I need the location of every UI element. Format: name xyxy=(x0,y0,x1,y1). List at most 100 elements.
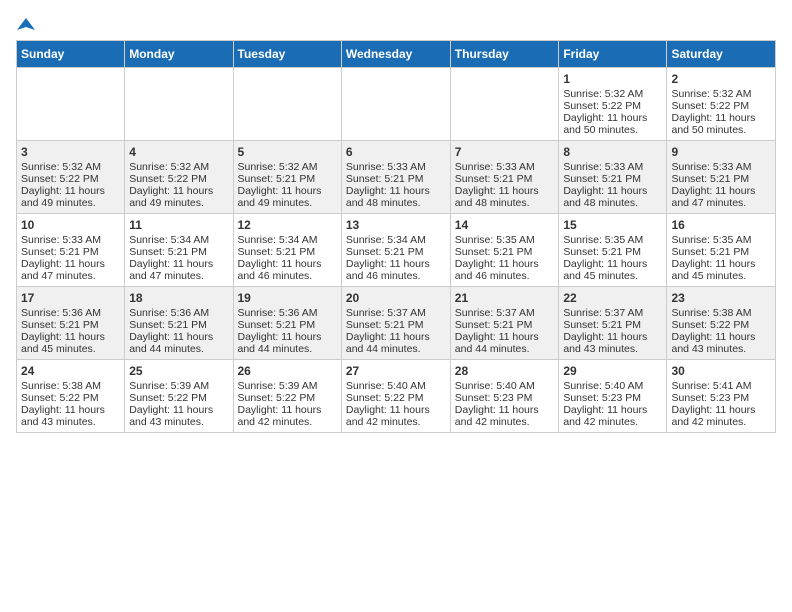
sunrise-text: Sunrise: 5:33 AM xyxy=(21,234,101,246)
sunrise-text: Sunrise: 5:37 AM xyxy=(346,307,426,319)
daylight-text: Daylight: 11 hours and 49 minutes. xyxy=(238,185,322,209)
day-number: 6 xyxy=(346,145,446,159)
daylight-text: Daylight: 11 hours and 47 minutes. xyxy=(129,258,213,282)
sunrise-text: Sunrise: 5:37 AM xyxy=(455,307,535,319)
day-number: 28 xyxy=(455,364,555,378)
sunrise-text: Sunrise: 5:38 AM xyxy=(21,380,101,392)
sunset-text: Sunset: 5:22 PM xyxy=(671,319,749,331)
sunset-text: Sunset: 5:22 PM xyxy=(129,173,207,185)
daylight-text: Daylight: 11 hours and 46 minutes. xyxy=(238,258,322,282)
sunset-text: Sunset: 5:23 PM xyxy=(671,392,749,404)
sunrise-text: Sunrise: 5:32 AM xyxy=(563,88,643,100)
daylight-text: Daylight: 11 hours and 44 minutes. xyxy=(455,331,539,355)
sunset-text: Sunset: 5:22 PM xyxy=(21,392,99,404)
weekday-header: Monday xyxy=(125,41,233,68)
daylight-text: Daylight: 11 hours and 49 minutes. xyxy=(21,185,105,209)
day-number: 4 xyxy=(129,145,228,159)
sunrise-text: Sunrise: 5:38 AM xyxy=(671,307,751,319)
daylight-text: Daylight: 11 hours and 48 minutes. xyxy=(455,185,539,209)
page-header xyxy=(16,16,776,32)
logo-bird-icon xyxy=(17,16,35,34)
calendar-cell: 9 Sunrise: 5:33 AM Sunset: 5:21 PM Dayli… xyxy=(667,141,776,214)
daylight-text: Daylight: 11 hours and 42 minutes. xyxy=(563,404,647,428)
sunset-text: Sunset: 5:22 PM xyxy=(671,100,749,112)
day-number: 12 xyxy=(238,218,337,232)
sunrise-text: Sunrise: 5:33 AM xyxy=(455,161,535,173)
calendar-cell: 17 Sunrise: 5:36 AM Sunset: 5:21 PM Dayl… xyxy=(17,287,125,360)
weekday-header: Tuesday xyxy=(233,41,341,68)
day-number: 25 xyxy=(129,364,228,378)
day-number: 9 xyxy=(671,145,771,159)
calendar-cell xyxy=(450,68,559,141)
calendar-cell: 23 Sunrise: 5:38 AM Sunset: 5:22 PM Dayl… xyxy=(667,287,776,360)
daylight-text: Daylight: 11 hours and 43 minutes. xyxy=(671,331,755,355)
sunset-text: Sunset: 5:22 PM xyxy=(346,392,424,404)
logo xyxy=(16,16,35,32)
day-number: 5 xyxy=(238,145,337,159)
calendar-week-row: 10 Sunrise: 5:33 AM Sunset: 5:21 PM Dayl… xyxy=(17,214,776,287)
sunrise-text: Sunrise: 5:33 AM xyxy=(671,161,751,173)
sunrise-text: Sunrise: 5:39 AM xyxy=(238,380,318,392)
sunset-text: Sunset: 5:21 PM xyxy=(671,173,749,185)
calendar-cell: 22 Sunrise: 5:37 AM Sunset: 5:21 PM Dayl… xyxy=(559,287,667,360)
day-number: 22 xyxy=(563,291,662,305)
calendar-cell xyxy=(125,68,233,141)
sunset-text: Sunset: 5:21 PM xyxy=(238,173,316,185)
calendar-cell: 15 Sunrise: 5:35 AM Sunset: 5:21 PM Dayl… xyxy=(559,214,667,287)
day-number: 17 xyxy=(21,291,120,305)
sunrise-text: Sunrise: 5:32 AM xyxy=(238,161,318,173)
daylight-text: Daylight: 11 hours and 50 minutes. xyxy=(563,112,647,136)
daylight-text: Daylight: 11 hours and 47 minutes. xyxy=(21,258,105,282)
day-number: 30 xyxy=(671,364,771,378)
day-number: 7 xyxy=(455,145,555,159)
sunset-text: Sunset: 5:21 PM xyxy=(346,246,424,258)
day-number: 10 xyxy=(21,218,120,232)
sunset-text: Sunset: 5:22 PM xyxy=(21,173,99,185)
calendar-cell xyxy=(17,68,125,141)
sunrise-text: Sunrise: 5:39 AM xyxy=(129,380,209,392)
calendar-cell: 16 Sunrise: 5:35 AM Sunset: 5:21 PM Dayl… xyxy=(667,214,776,287)
sunrise-text: Sunrise: 5:34 AM xyxy=(238,234,318,246)
calendar-cell: 24 Sunrise: 5:38 AM Sunset: 5:22 PM Dayl… xyxy=(17,360,125,433)
daylight-text: Daylight: 11 hours and 45 minutes. xyxy=(563,258,647,282)
calendar-week-row: 3 Sunrise: 5:32 AM Sunset: 5:22 PM Dayli… xyxy=(17,141,776,214)
calendar-cell: 26 Sunrise: 5:39 AM Sunset: 5:22 PM Dayl… xyxy=(233,360,341,433)
day-number: 16 xyxy=(671,218,771,232)
sunset-text: Sunset: 5:22 PM xyxy=(238,392,316,404)
sunrise-text: Sunrise: 5:36 AM xyxy=(238,307,318,319)
weekday-header: Wednesday xyxy=(341,41,450,68)
weekday-header: Thursday xyxy=(450,41,559,68)
sunset-text: Sunset: 5:21 PM xyxy=(21,246,99,258)
day-number: 21 xyxy=(455,291,555,305)
sunrise-text: Sunrise: 5:37 AM xyxy=(563,307,643,319)
daylight-text: Daylight: 11 hours and 45 minutes. xyxy=(21,331,105,355)
daylight-text: Daylight: 11 hours and 50 minutes. xyxy=(671,112,755,136)
day-number: 11 xyxy=(129,218,228,232)
day-number: 27 xyxy=(346,364,446,378)
sunrise-text: Sunrise: 5:40 AM xyxy=(346,380,426,392)
calendar-cell: 13 Sunrise: 5:34 AM Sunset: 5:21 PM Dayl… xyxy=(341,214,450,287)
sunrise-text: Sunrise: 5:41 AM xyxy=(671,380,751,392)
calendar-cell: 19 Sunrise: 5:36 AM Sunset: 5:21 PM Dayl… xyxy=(233,287,341,360)
calendar-cell: 12 Sunrise: 5:34 AM Sunset: 5:21 PM Dayl… xyxy=(233,214,341,287)
calendar-cell xyxy=(341,68,450,141)
calendar-cell: 20 Sunrise: 5:37 AM Sunset: 5:21 PM Dayl… xyxy=(341,287,450,360)
calendar-cell: 10 Sunrise: 5:33 AM Sunset: 5:21 PM Dayl… xyxy=(17,214,125,287)
sunrise-text: Sunrise: 5:35 AM xyxy=(671,234,751,246)
daylight-text: Daylight: 11 hours and 42 minutes. xyxy=(346,404,430,428)
sunset-text: Sunset: 5:21 PM xyxy=(455,319,533,331)
calendar-week-row: 1 Sunrise: 5:32 AM Sunset: 5:22 PM Dayli… xyxy=(17,68,776,141)
daylight-text: Daylight: 11 hours and 47 minutes. xyxy=(671,185,755,209)
daylight-text: Daylight: 11 hours and 46 minutes. xyxy=(346,258,430,282)
sunrise-text: Sunrise: 5:35 AM xyxy=(455,234,535,246)
calendar-cell: 21 Sunrise: 5:37 AM Sunset: 5:21 PM Dayl… xyxy=(450,287,559,360)
calendar-header-row: SundayMondayTuesdayWednesdayThursdayFrid… xyxy=(17,41,776,68)
daylight-text: Daylight: 11 hours and 42 minutes. xyxy=(671,404,755,428)
sunset-text: Sunset: 5:21 PM xyxy=(563,173,641,185)
day-number: 19 xyxy=(238,291,337,305)
weekday-header: Sunday xyxy=(17,41,125,68)
daylight-text: Daylight: 11 hours and 46 minutes. xyxy=(455,258,539,282)
day-number: 15 xyxy=(563,218,662,232)
sunset-text: Sunset: 5:21 PM xyxy=(238,246,316,258)
sunset-text: Sunset: 5:23 PM xyxy=(563,392,641,404)
